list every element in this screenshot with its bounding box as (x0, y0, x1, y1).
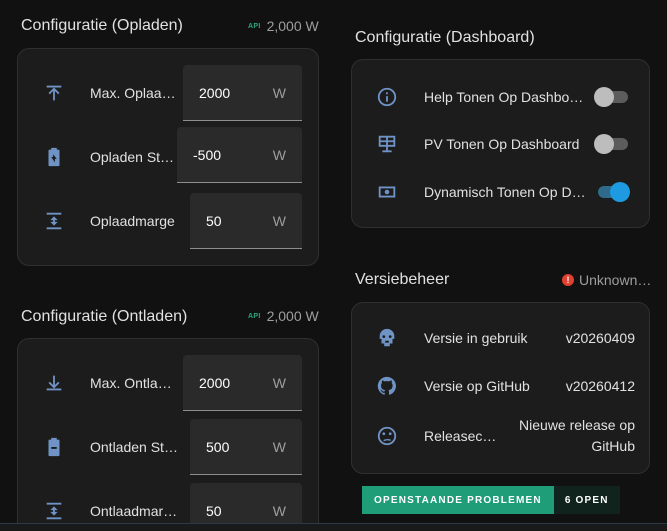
emoticon-confused-icon (376, 425, 398, 447)
battery-minus-icon (43, 436, 65, 458)
dashboard-section-title: Configuratie (Dashboard) (355, 29, 535, 46)
arrow-collapse-up-icon (43, 82, 65, 104)
github-icon (376, 375, 398, 397)
version-release-value: Nieuwe release op GitHub (519, 415, 635, 457)
api-icon: API (248, 312, 261, 320)
charge-max-unit: W (272, 85, 286, 101)
discharge-api-value: API 2,000 W (248, 308, 319, 324)
version-card: Versie in gebruik v20260409 Versie op Gi… (351, 302, 650, 474)
version-release-value-line2: GitHub (591, 438, 635, 454)
dashboard-dynamic-label: Dynamisch Tonen Op D… (424, 184, 586, 200)
toggle-knob (594, 87, 614, 107)
charge-start-row: Opladen St… -500 W (18, 127, 318, 187)
charge-meta-value: 2,000 W (266, 18, 319, 34)
bottom-bar (0, 523, 667, 531)
api-icon: API (248, 22, 261, 30)
discharge-start-input[interactable]: 500 W (190, 419, 302, 475)
charge-margin-unit: W (272, 213, 286, 229)
discharge-start-row: Ontladen St… 500 W (18, 417, 318, 477)
dashboard-config-card: Help Tonen Op Dashbo… PV Tonen Op Dashbo… (351, 59, 650, 228)
charge-start-unit: W (272, 147, 286, 163)
version-current-label: Versie in gebruik (424, 330, 528, 346)
dashboard-help-toggle[interactable] (594, 87, 630, 107)
charge-margin-label: Oplaadmarge (90, 213, 175, 229)
charge-config-card: Max. Oplaa… 2000 W Opladen St… -500 W Op… (17, 48, 319, 266)
solar-panel-icon (376, 133, 398, 155)
charge-margin-value: 50 (206, 213, 222, 229)
charge-start-value: -500 (193, 147, 222, 163)
charge-api-value: API 2,000 W (248, 18, 319, 34)
discharge-start-label: Ontladen St… (90, 439, 178, 455)
charge-margin-row: Oplaadmarge 50 W (18, 191, 318, 251)
version-release-row: Releasec… Nieuwe release op GitHub (352, 406, 649, 466)
discharge-start-value: 500 (206, 439, 230, 455)
charge-margin-input[interactable]: 50 W (190, 193, 302, 249)
arrow-collapse-down-icon (43, 372, 65, 394)
open-issues-count: 6 OPEN (553, 486, 620, 514)
open-issues-badge[interactable]: OPENSTAANDE PROBLEMEN 6 OPEN (362, 486, 620, 514)
dashboard-pv-label: PV Tonen Op Dashboard (424, 136, 580, 152)
dashboard-help-label: Help Tonen Op Dashbo… (424, 89, 584, 105)
dashboard-pv-toggle[interactable] (594, 134, 630, 154)
discharge-config-card: Max. Ontla… 2000 W Ontladen St… 500 W On… (17, 338, 319, 531)
alert-circle-icon: ! (562, 274, 574, 286)
dashboard-dynamic-row[interactable]: Dynamisch Tonen Op D… (352, 162, 649, 222)
robot-icon (376, 327, 398, 349)
charge-max-label: Max. Oplaa… (90, 85, 176, 101)
arrow-expand-vertical-icon (43, 210, 65, 232)
discharge-max-value: 2000 (199, 375, 231, 391)
charge-max-input[interactable]: 2000 W (183, 65, 302, 121)
version-github-value: v20260412 (565, 378, 635, 394)
charge-start-input[interactable]: -500 W (177, 127, 302, 183)
battery-charging-icon (43, 146, 65, 168)
toggle-knob (610, 182, 630, 202)
dashboard-dynamic-toggle[interactable] (594, 182, 630, 202)
version-status: ! Unknown… (562, 272, 651, 288)
discharge-margin-value: 50 (206, 503, 222, 519)
version-status-text: Unknown… (579, 272, 652, 288)
toggle-knob (594, 134, 614, 154)
arrow-expand-vertical-icon (43, 500, 65, 522)
version-current-value: v20260409 (565, 330, 635, 346)
discharge-margin-label: Ontlaadmar… (90, 503, 178, 519)
discharge-max-unit: W (272, 375, 286, 391)
open-issues-label: OPENSTAANDE PROBLEMEN (362, 486, 554, 514)
discharge-section-title: Configuratie (Ontladen) (21, 308, 188, 325)
information-outline-icon (376, 86, 398, 108)
discharge-margin-unit: W (272, 503, 286, 519)
version-release-label: Releasec… (424, 428, 497, 444)
discharge-max-input[interactable]: 2000 W (183, 355, 302, 411)
cash-icon (376, 181, 398, 203)
charge-max-row: Max. Oplaa… 2000 W (18, 63, 318, 123)
discharge-max-label: Max. Ontla… (90, 375, 172, 391)
version-github-label: Versie op GitHub (424, 378, 530, 394)
charge-section-title: Configuratie (Opladen) (21, 17, 183, 34)
discharge-meta-value: 2,000 W (266, 308, 319, 324)
discharge-start-unit: W (272, 439, 286, 455)
version-section-title: Versiebeheer (355, 271, 450, 288)
charge-max-value: 2000 (199, 85, 231, 101)
charge-start-label: Opladen St… (90, 149, 175, 165)
version-release-value-line1: Nieuwe release op (519, 417, 635, 433)
discharge-max-row: Max. Ontla… 2000 W (18, 353, 318, 413)
